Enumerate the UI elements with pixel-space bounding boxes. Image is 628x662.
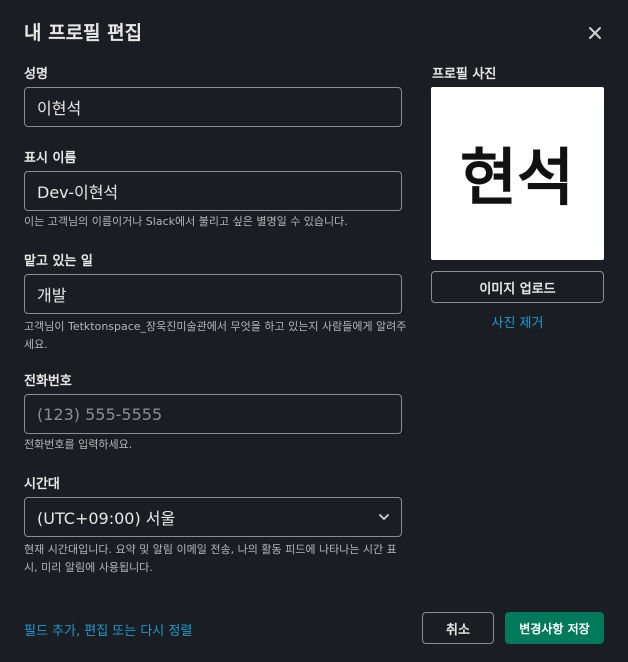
display-name-value: Dev-이현석 bbox=[37, 183, 119, 202]
phone-hint: 전화번호를 입력하세요. bbox=[24, 438, 133, 451]
save-changes-button[interactable]: 변경사항 저장 bbox=[505, 612, 604, 644]
dialog-title: 내 프로필 편집 bbox=[24, 22, 143, 44]
profile-photo-image: 현석 bbox=[460, 141, 574, 214]
edit-profile-dialog: 내 프로필 편집 성명 이현석 표시 이름 Dev-이현석 이는 고객님의 이름… bbox=[0, 0, 628, 662]
timezone-hint: 현재 시간대입니다. 요약 및 알림 이메일 전송, 나의 활동 피드에 나타나… bbox=[24, 543, 397, 574]
profile-photo: 현석 bbox=[431, 87, 604, 260]
timezone-value: (UTC+09:00) 서울 bbox=[37, 509, 176, 528]
role-value: 개발 bbox=[37, 286, 67, 305]
remove-photo-link[interactable]: 사진 제거 bbox=[431, 312, 604, 331]
display-name-label: 표시 이름 bbox=[24, 151, 77, 166]
timezone-select[interactable]: (UTC+09:00) 서울 bbox=[24, 497, 402, 537]
upload-image-button[interactable]: 이미지 업로드 bbox=[431, 271, 604, 303]
phone-placeholder: (123) 555-5555 bbox=[37, 404, 163, 424]
role-input[interactable]: 개발 bbox=[24, 274, 402, 314]
close-icon bbox=[589, 27, 601, 39]
close-button[interactable] bbox=[582, 20, 608, 46]
phone-input[interactable]: (123) 555-5555 bbox=[24, 394, 402, 434]
profile-photo-label: 프로필 사진 bbox=[432, 67, 497, 82]
timezone-label: 시간대 bbox=[24, 477, 60, 492]
role-label: 맡고 있는 일 bbox=[24, 254, 93, 269]
full-name-input[interactable]: 이현석 bbox=[24, 87, 402, 127]
display-name-input[interactable]: Dev-이현석 bbox=[24, 171, 402, 211]
cancel-button[interactable]: 취소 bbox=[422, 612, 494, 644]
phone-label: 전화번호 bbox=[24, 374, 72, 389]
display-name-hint: 이는 고객님의 이름이거나 Slack에서 불리고 싶은 별명일 수 있습니다. bbox=[24, 215, 348, 228]
full-name-value: 이현석 bbox=[37, 99, 82, 118]
full-name-label: 성명 bbox=[24, 67, 48, 82]
svg-text:현석: 현석 bbox=[460, 141, 574, 214]
chevron-down-icon bbox=[379, 514, 389, 520]
edit-fields-link[interactable]: 필드 추가, 편집 또는 다시 정렬 bbox=[24, 620, 192, 639]
role-hint: 고객님이 Tetktonspace_장욱진미술관에서 무엇을 하고 있는지 사람… bbox=[24, 320, 407, 351]
